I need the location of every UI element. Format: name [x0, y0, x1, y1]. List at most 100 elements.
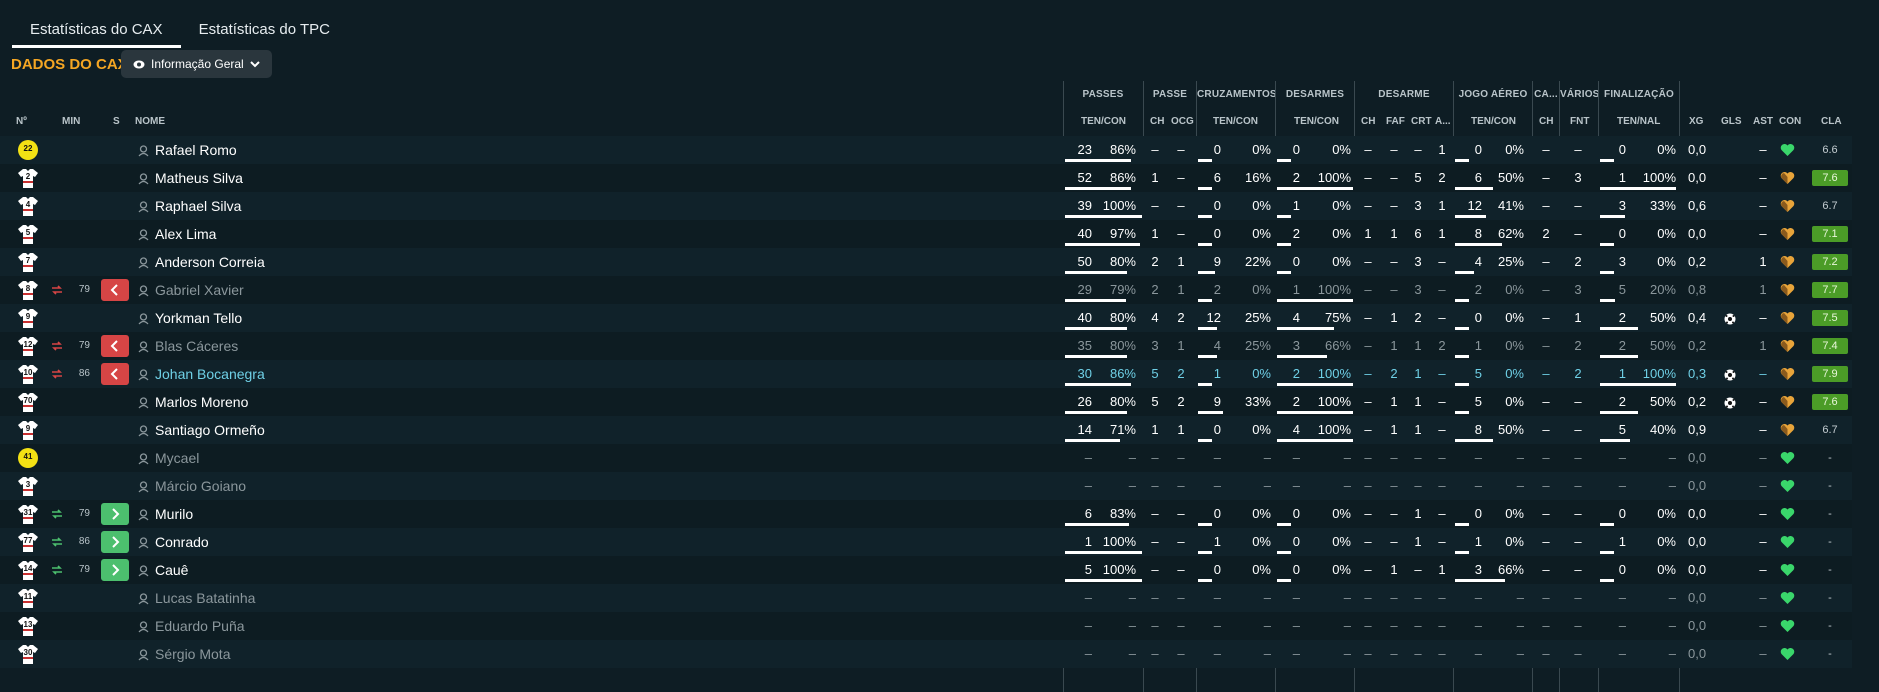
col-header-min[interactable]: MIN: [62, 108, 80, 136]
player-row[interactable]: 7 Anderson Correia 50 80% 2 1 9 22% 0 0% – –3–4 25% –…: [0, 248, 1852, 276]
tab-cax-stats[interactable]: Estatísticas do CAX: [12, 0, 181, 48]
heart-green-icon: [1780, 143, 1795, 157]
col-header-des-faf[interactable]: FAF: [1386, 108, 1405, 136]
col-header-des-a[interactable]: A...: [1435, 108, 1451, 136]
passe-ch: –: [1151, 506, 1159, 521]
des-crt: 1: [1414, 366, 1422, 381]
rating-badge: 6.6: [1822, 144, 1838, 156]
group-header-ca: CA...: [1534, 89, 1558, 100]
player-row[interactable]: 12 79 Blas Cáceres 35 80% 3 1 4 25% 3 66% –1 1 2 1 0% –2…: [0, 332, 1852, 360]
crosses-count: –: [1213, 590, 1221, 605]
sub-out-button[interactable]: [101, 363, 129, 385]
col-header-xg[interactable]: XG: [1689, 108, 1703, 136]
col-header-con[interactable]: CON: [1779, 108, 1801, 136]
crosses-percent: 0%: [1252, 422, 1271, 437]
aerial-percent: 0%: [1505, 506, 1524, 521]
tackles-count: –: [1292, 646, 1300, 661]
sub-out-button[interactable]: [101, 279, 129, 301]
player-name[interactable]: Yorkman Tello: [155, 304, 242, 332]
view-dropdown[interactable]: Informação Geral: [121, 50, 272, 78]
ast-value: 1: [1759, 282, 1767, 297]
sub-in-button[interactable]: [101, 559, 129, 581]
col-header-desarmes[interactable]: TEN/CON: [1294, 108, 1339, 136]
shots-bar: [1600, 299, 1615, 302]
shots-percent: 0%: [1657, 562, 1676, 577]
player-row[interactable]: 9 Santiago Ormeño 14 71% 1 1 0 0% 4 100% –1 1–8 50% –…: [0, 416, 1852, 444]
des-ch: –: [1364, 142, 1372, 157]
rating-badge: -: [1828, 564, 1832, 576]
player-row[interactable]: 8 79 Gabriel Xavier 29 79% 2 1 2 0% 1 100% – –3–2 0% –…: [0, 276, 1852, 304]
player-name[interactable]: Johan Bocanegra: [155, 360, 265, 388]
player-name[interactable]: Rafael Romo: [155, 136, 237, 164]
ast-value: –: [1759, 478, 1767, 493]
col-header-s[interactable]: S: [113, 108, 120, 136]
sub-in-button[interactable]: [101, 531, 129, 553]
col-header-name[interactable]: NOME: [135, 108, 165, 136]
col-header-des-ch[interactable]: CH: [1361, 108, 1375, 136]
player-name[interactable]: Conrado: [155, 528, 209, 556]
col-header-cruz[interactable]: TEN/CON: [1213, 108, 1258, 136]
col-header-final[interactable]: TEN/NAL: [1617, 108, 1660, 136]
player-name[interactable]: Mycael: [155, 444, 199, 472]
player-row[interactable]: 30 Sérgio Mota – – – – – – – – – – – – – – – – – –0,0– -: [0, 640, 1852, 668]
col-header-gls[interactable]: GLS: [1721, 108, 1742, 136]
crosses-bar: [1198, 439, 1212, 442]
ast-value: –: [1759, 562, 1767, 577]
player-name[interactable]: Marlos Moreno: [155, 388, 248, 416]
player-name[interactable]: Gabriel Xavier: [155, 276, 244, 304]
col-header-ca-ch[interactable]: CH: [1539, 108, 1553, 136]
player-name[interactable]: Lucas Batatinha: [155, 584, 255, 612]
des-a: –: [1438, 450, 1446, 465]
player-name[interactable]: Murilo: [155, 500, 193, 528]
player-row[interactable]: 4 Raphael Silva 39 100% – –0 0% 1 0% – –3 1 12 41% – –3…: [0, 192, 1852, 220]
aerial-percent: 0%: [1505, 366, 1524, 381]
col-header-passe-ch[interactable]: CH: [1150, 108, 1164, 136]
player-row[interactable]: 14 79 Cauê 5 100% – –0 0% 0 0% –1–1 3 66% – –0 0% 0,0– -: [0, 556, 1852, 584]
col-header-passe-ocg[interactable]: OCG: [1171, 108, 1194, 136]
player-row[interactable]: 13 Eduardo Puña – – – – – – – – – – – – – – – – – –0,0– -: [0, 612, 1852, 640]
player-row[interactable]: 70 Marlos Moreno 26 80% 5 2 9 33% 2 100% –1 1–5 0% – –…: [0, 388, 1852, 416]
player-name[interactable]: Matheus Silva: [155, 164, 243, 192]
col-header-passes[interactable]: TEN/CON: [1081, 108, 1126, 136]
player-row[interactable]: 22 Rafael Romo 23 86% – –0 0% 0 0% – – –1 0 0% – –0 0% 0,…: [0, 136, 1852, 164]
player-row[interactable]: 31 79 Murilo 6 83% – –0 0% 0 0% – –1–0 0% – –0 0% 0,0– -: [0, 500, 1852, 528]
rating-badge: 7.4: [1812, 338, 1848, 354]
shirt-number: 12: [23, 340, 33, 349]
player-row[interactable]: 41 Mycael – – – – – – – – – – – – – – – – – –0,0– -: [0, 444, 1852, 472]
player-row[interactable]: 10 86 Johan Bocanegra 30 86% 5 2 1 0% 2 100% –2 1–5 0…: [0, 360, 1852, 388]
crosses-count: –: [1213, 646, 1221, 661]
player-name[interactable]: Eduardo Puña: [155, 612, 245, 640]
heart-orange-icon: [1780, 255, 1795, 269]
des-crt: –: [1414, 142, 1422, 157]
player-name[interactable]: Márcio Goiano: [155, 472, 246, 500]
player-name[interactable]: Anderson Correia: [155, 248, 265, 276]
aerial-count: –: [1474, 618, 1482, 633]
shirt-number: 10: [23, 368, 33, 377]
player-row[interactable]: 11 Lucas Batatinha – – – – – – – – – – – – – – – – – –0,0– -: [0, 584, 1852, 612]
player-name[interactable]: Santiago Ormeño: [155, 416, 265, 444]
sub-out-button[interactable]: [101, 335, 129, 357]
sub-in-button[interactable]: [101, 503, 129, 525]
player-row[interactable]: 9 Yorkman Tello 40 80% 4 2 12 25% 4 75% –1 2–0 0% –1 2…: [0, 304, 1852, 332]
xg-value: 0,8: [1688, 282, 1707, 297]
player-name[interactable]: Raphael Silva: [155, 192, 241, 220]
col-header-varios[interactable]: FNT: [1570, 108, 1589, 136]
col-header-ast[interactable]: AST: [1753, 108, 1773, 136]
ast-value: –: [1759, 590, 1767, 605]
player-name[interactable]: Alex Lima: [155, 220, 216, 248]
player-row[interactable]: 3 Márcio Goiano – – – – – – – – – – – – – – – – – –0,0– -: [0, 472, 1852, 500]
player-row[interactable]: 2 Matheus Silva 52 86% 1–6 16% 2 100% – –5 2 6 50% –3…: [0, 164, 1852, 192]
player-name[interactable]: Sérgio Mota: [155, 640, 230, 668]
tab-tpc-stats[interactable]: Estatísticas do TPC: [181, 0, 348, 48]
col-header-des-crt[interactable]: CRT: [1411, 108, 1432, 136]
col-header-aereo[interactable]: TEN/CON: [1471, 108, 1516, 136]
player-row[interactable]: 77 86 Conrado 1 100% – –1 0% 0 0% – –1–1 0% – –1 0% 0,0–…: [0, 528, 1852, 556]
varios-fnt: –: [1574, 422, 1582, 437]
player-row[interactable]: 5 Alex Lima 40 97% 1–0 0% 2 0% 1 1 6 1 8 62% 2–0 0% 0,0–…: [0, 220, 1852, 248]
player-name[interactable]: Cauê: [155, 556, 188, 584]
xg-value: 0,0: [1688, 478, 1707, 493]
col-header-num[interactable]: Nº: [16, 108, 27, 136]
player-name[interactable]: Blas Cáceres: [155, 332, 238, 360]
col-header-cla[interactable]: CLA: [1821, 108, 1842, 136]
xg-value: 0,4: [1688, 310, 1707, 325]
